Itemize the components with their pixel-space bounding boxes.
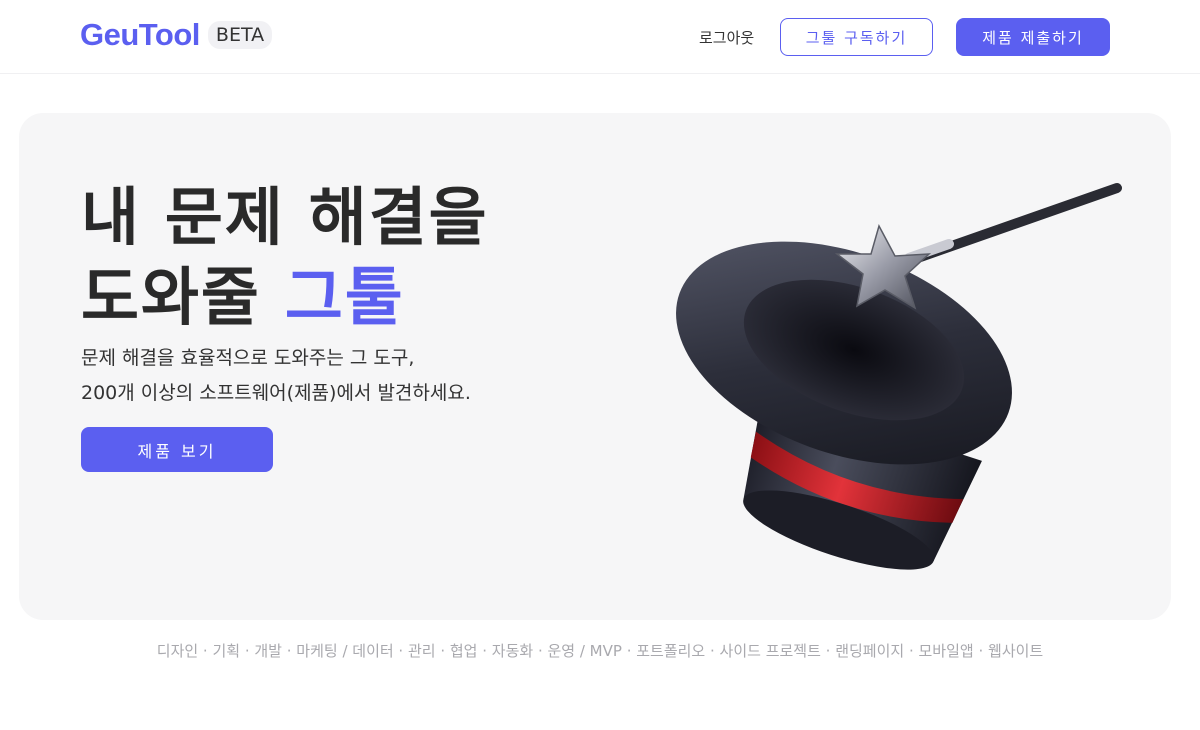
logo-text[interactable]: GeuTool <box>80 17 200 53</box>
hero-title-line1: 내 문제 해결을 <box>81 181 489 254</box>
hero-banner: 내 문제 해결을 도와줄 그툴 문제 해결을 효율적으로 도와주는 그 도구, … <box>19 113 1171 620</box>
magic-hat-wand-icon <box>676 183 1122 570</box>
hero-title-line2: 도와줄 <box>81 261 285 334</box>
subscribe-button[interactable]: 그툴 구독하기 <box>780 18 933 56</box>
beta-badge: BETA <box>207 21 273 49</box>
hero-title-accent: 그툴 <box>284 261 405 334</box>
top-nav: GeuTool BETA 로그아웃 그툴 구독하기 제품 제출하기 <box>0 0 1200 74</box>
submit-product-button[interactable]: 제품 제출하기 <box>956 18 1110 56</box>
hero-subtitle-line1: 문제 해결을 효율적으로 도와주는 그 도구, <box>81 347 415 369</box>
category-tags: 디자인 · 기획 · 개발 · 마케팅 / 데이터 · 관리 · 협업 · 자동… <box>156 642 1044 660</box>
hero-title: 내 문제 해결을 도와줄 그툴 <box>81 178 489 338</box>
hero-subtitle-line2: 200개 이상의 소프트웨어(제품)에서 발견하세요. <box>81 382 471 404</box>
logo[interactable]: GeuTool BETA <box>80 17 273 53</box>
logout-link[interactable]: 로그아웃 <box>699 27 754 48</box>
hero-subtitle: 문제 해결을 효율적으로 도와주는 그 도구, 200개 이상의 소프트웨어(제… <box>81 341 471 411</box>
view-products-button[interactable]: 제품 보기 <box>81 427 273 472</box>
